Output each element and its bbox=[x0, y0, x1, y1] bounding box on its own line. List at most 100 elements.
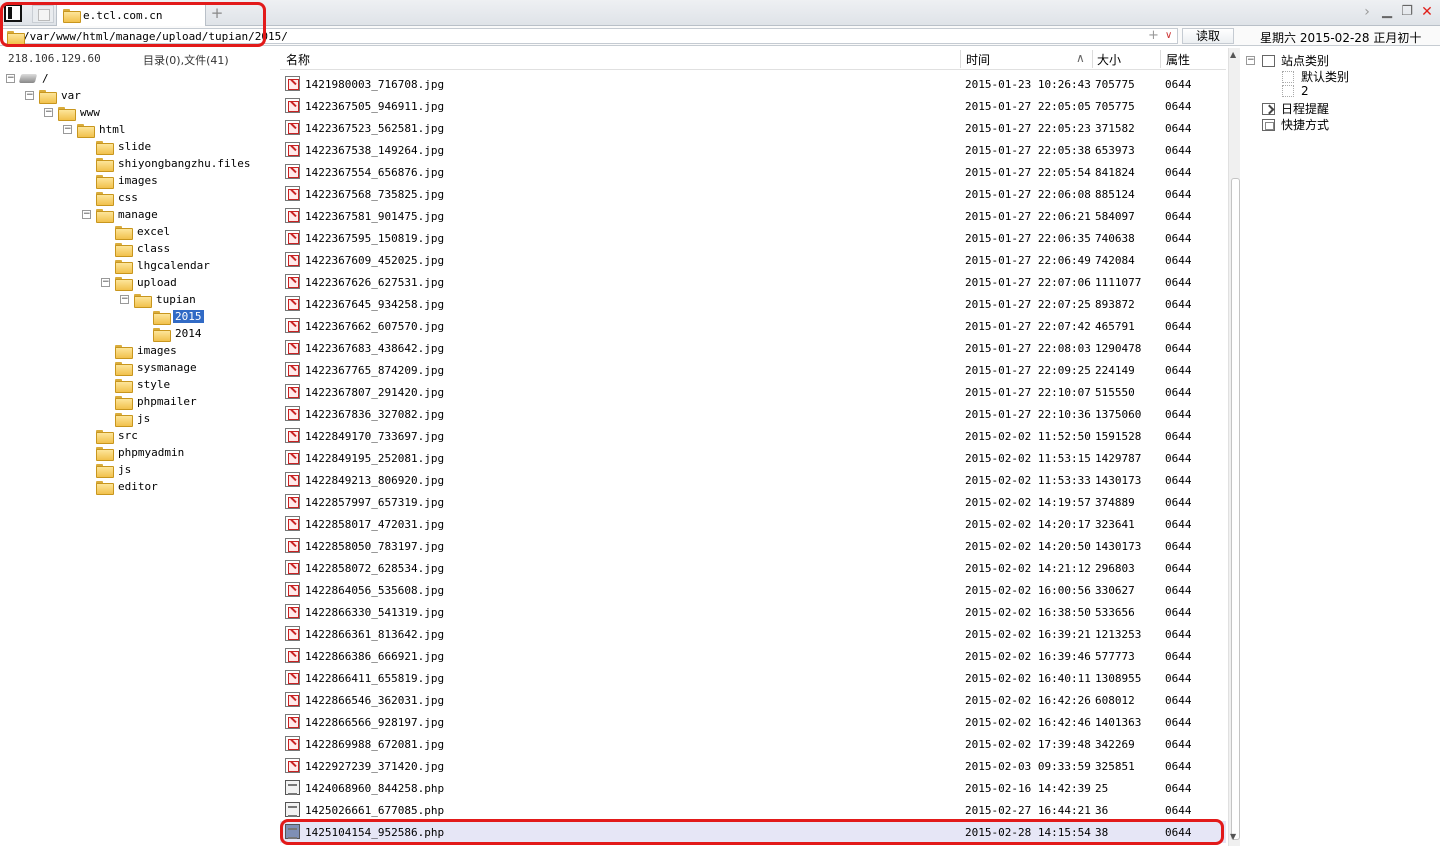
tree-node[interactable]: editor bbox=[96, 478, 160, 495]
tree-node[interactable]: phpmyadmin bbox=[96, 444, 186, 461]
table-row[interactable]: 1422367662_607570.jpg 2015-01-27 22:07:42… bbox=[280, 315, 1226, 337]
tree-node[interactable]: js bbox=[115, 410, 152, 427]
checkbox[interactable] bbox=[1282, 85, 1294, 97]
tree-node[interactable]: phpmailer bbox=[115, 393, 199, 410]
table-row[interactable]: 1425026661_677085.php 2015-02-27 16:44:21… bbox=[280, 799, 1226, 821]
header-attr[interactable]: 属性 bbox=[1166, 51, 1190, 68]
tab-site[interactable]: e.tcl.com.cn bbox=[56, 3, 206, 26]
column-divider[interactable] bbox=[1160, 50, 1161, 68]
table-row[interactable]: 1422849170_733697.jpg 2015-02-02 11:52:50… bbox=[280, 425, 1226, 447]
table-row[interactable]: 1422367645_934258.jpg 2015-01-27 22:07:25… bbox=[280, 293, 1226, 315]
tree-node[interactable]: sysmanage bbox=[115, 359, 199, 376]
path-input[interactable]: /var/www/html/manage/upload/tupian/2015/… bbox=[2, 28, 1178, 45]
collapse-icon[interactable]: − bbox=[1246, 56, 1255, 65]
tree-node[interactable]: style bbox=[115, 376, 172, 393]
table-row[interactable]: 1422866361_813642.jpg 2015-02-02 16:39:21… bbox=[280, 623, 1226, 645]
table-row[interactable]: 1422927239_371420.jpg 2015-02-03 09:33:59… bbox=[280, 755, 1226, 777]
scroll-down-icon[interactable]: ▼ bbox=[1230, 832, 1236, 841]
tree-node[interactable]: manage bbox=[96, 206, 160, 223]
table-row[interactable]: 1422367595_150819.jpg 2015-01-27 22:06:35… bbox=[280, 227, 1226, 249]
table-row[interactable]: 1422367505_946911.jpg 2015-01-27 22:05:05… bbox=[280, 95, 1226, 117]
read-button[interactable]: 读取 bbox=[1182, 28, 1234, 44]
scroll-up-icon[interactable]: ▲ bbox=[1230, 50, 1236, 59]
add-tab-button[interactable]: + bbox=[208, 4, 226, 22]
tree-node[interactable]: js bbox=[96, 461, 133, 478]
tree-node[interactable]: html bbox=[77, 121, 128, 138]
tree-node[interactable]: slide bbox=[96, 138, 153, 155]
table-row[interactable]: 1422858072_628534.jpg 2015-02-02 14:21:12… bbox=[280, 557, 1226, 579]
app-logo-icon[interactable] bbox=[4, 4, 22, 22]
column-divider[interactable] bbox=[960, 50, 961, 68]
table-row[interactable]: 1422367836_327082.jpg 2015-01-27 22:10:36… bbox=[280, 403, 1226, 425]
tree-collapse-icon[interactable]: − bbox=[6, 74, 15, 83]
blank-tab[interactable] bbox=[32, 5, 54, 23]
table-row[interactable]: 1422858017_472031.jpg 2015-02-02 14:20:17… bbox=[280, 513, 1226, 535]
tree-node-label: tupian bbox=[156, 293, 196, 306]
table-row[interactable]: 1421980003_716708.jpg 2015-01-23 10:26:43… bbox=[280, 73, 1226, 95]
vertical-scrollbar[interactable]: ▲ ▼ bbox=[1228, 48, 1240, 846]
add-bookmark-icon[interactable]: + bbox=[1148, 29, 1159, 43]
table-row[interactable]: 1422858050_783197.jpg 2015-02-02 14:20:50… bbox=[280, 535, 1226, 557]
site-category-node[interactable]: − 站点类别 bbox=[1246, 52, 1329, 69]
site-child-2[interactable]: 2 bbox=[1282, 84, 1309, 98]
table-row[interactable]: 1422367683_438642.jpg 2015-01-27 22:08:03… bbox=[280, 337, 1226, 359]
tree-node[interactable]: / bbox=[18, 70, 51, 87]
table-row[interactable]: 1422367568_735825.jpg 2015-01-27 22:06:08… bbox=[280, 183, 1226, 205]
tree-node[interactable]: upload bbox=[115, 274, 179, 291]
tree-collapse-icon[interactable]: − bbox=[25, 91, 34, 100]
table-row[interactable]: 1424068960_844258.php 2015-02-16 14:42:39… bbox=[280, 777, 1226, 799]
tree-node[interactable]: lhgcalendar bbox=[115, 257, 212, 274]
table-row[interactable]: 1422367554_656876.jpg 2015-01-27 22:05:54… bbox=[280, 161, 1226, 183]
header-name[interactable]: 名称 bbox=[286, 51, 310, 68]
tree-node[interactable]: images bbox=[115, 342, 179, 359]
tree-collapse-icon[interactable]: − bbox=[44, 108, 53, 117]
chevron-down-icon[interactable]: ∨ bbox=[1165, 29, 1172, 43]
chevron-right-icon[interactable]: › bbox=[1358, 3, 1376, 21]
table-row[interactable]: 1422866546_362031.jpg 2015-02-02 16:42:26… bbox=[280, 689, 1226, 711]
file-attr: 0644 bbox=[1165, 408, 1192, 421]
header-time[interactable]: 时间 bbox=[966, 51, 990, 68]
table-row[interactable]: 1422367765_874209.jpg 2015-01-27 22:09:25… bbox=[280, 359, 1226, 381]
maximize-button[interactable]: ❐ bbox=[1398, 3, 1416, 21]
site-child-default[interactable]: 默认类别 bbox=[1282, 68, 1349, 85]
scroll-thumb[interactable] bbox=[1231, 178, 1240, 840]
table-row[interactable]: 1422849195_252081.jpg 2015-02-02 11:53:15… bbox=[280, 447, 1226, 469]
table-row[interactable]: 1422866386_666921.jpg 2015-02-02 16:39:46… bbox=[280, 645, 1226, 667]
tree-node[interactable]: class bbox=[115, 240, 172, 257]
tree-node[interactable]: tupian bbox=[134, 291, 198, 308]
table-row[interactable]: 1422866330_541319.jpg 2015-02-02 16:38:50… bbox=[280, 601, 1226, 623]
table-row[interactable]: 1422367626_627531.jpg 2015-01-27 22:07:06… bbox=[280, 271, 1226, 293]
tree-node[interactable]: 2015 bbox=[153, 308, 204, 325]
table-row[interactable]: 1422367523_562581.jpg 2015-01-27 22:05:23… bbox=[280, 117, 1226, 139]
table-row[interactable]: 1422849213_806920.jpg 2015-02-02 11:53:33… bbox=[280, 469, 1226, 491]
tree-node[interactable]: 2014 bbox=[153, 325, 204, 342]
table-row[interactable]: 1425104154_952586.php 2015-02-28 14:15:54… bbox=[280, 821, 1226, 843]
minimize-button[interactable]: ▁ bbox=[1378, 3, 1396, 21]
tree-node[interactable]: shiyongbangzhu.files bbox=[96, 155, 252, 172]
tree-collapse-icon[interactable]: − bbox=[82, 210, 91, 219]
table-row[interactable]: 1422869988_672081.jpg 2015-02-02 17:39:48… bbox=[280, 733, 1226, 755]
tree-node[interactable]: excel bbox=[115, 223, 172, 240]
table-row[interactable]: 1422866411_655819.jpg 2015-02-02 16:40:11… bbox=[280, 667, 1226, 689]
tree-collapse-icon[interactable]: − bbox=[101, 278, 110, 287]
schedule-node[interactable]: 日程提醒 bbox=[1262, 100, 1329, 117]
checkbox[interactable] bbox=[1282, 70, 1294, 83]
tree-node[interactable]: var bbox=[39, 87, 83, 104]
table-row[interactable]: 1422866566_928197.jpg 2015-02-02 16:42:46… bbox=[280, 711, 1226, 733]
tree-collapse-icon[interactable]: − bbox=[120, 295, 129, 304]
tree-collapse-icon[interactable]: − bbox=[63, 125, 72, 134]
tree-node[interactable]: images bbox=[96, 172, 160, 189]
close-button[interactable]: ✕ bbox=[1418, 3, 1436, 21]
table-row[interactable]: 1422367581_901475.jpg 2015-01-27 22:06:21… bbox=[280, 205, 1226, 227]
table-row[interactable]: 1422367807_291420.jpg 2015-01-27 22:10:07… bbox=[280, 381, 1226, 403]
shortcut-node[interactable]: 快捷方式 bbox=[1262, 116, 1329, 133]
table-row[interactable]: 1422367538_149264.jpg 2015-01-27 22:05:38… bbox=[280, 139, 1226, 161]
tree-node[interactable]: www bbox=[58, 104, 102, 121]
tree-node[interactable]: src bbox=[96, 427, 140, 444]
table-row[interactable]: 1422864056_535608.jpg 2015-02-02 16:00:56… bbox=[280, 579, 1226, 601]
tree-node[interactable]: css bbox=[96, 189, 140, 206]
table-row[interactable]: 1422367609_452025.jpg 2015-01-27 22:06:49… bbox=[280, 249, 1226, 271]
column-divider[interactable] bbox=[1092, 50, 1093, 68]
table-row[interactable]: 1422857997_657319.jpg 2015-02-02 14:19:57… bbox=[280, 491, 1226, 513]
header-size[interactable]: 大小 bbox=[1097, 51, 1121, 68]
